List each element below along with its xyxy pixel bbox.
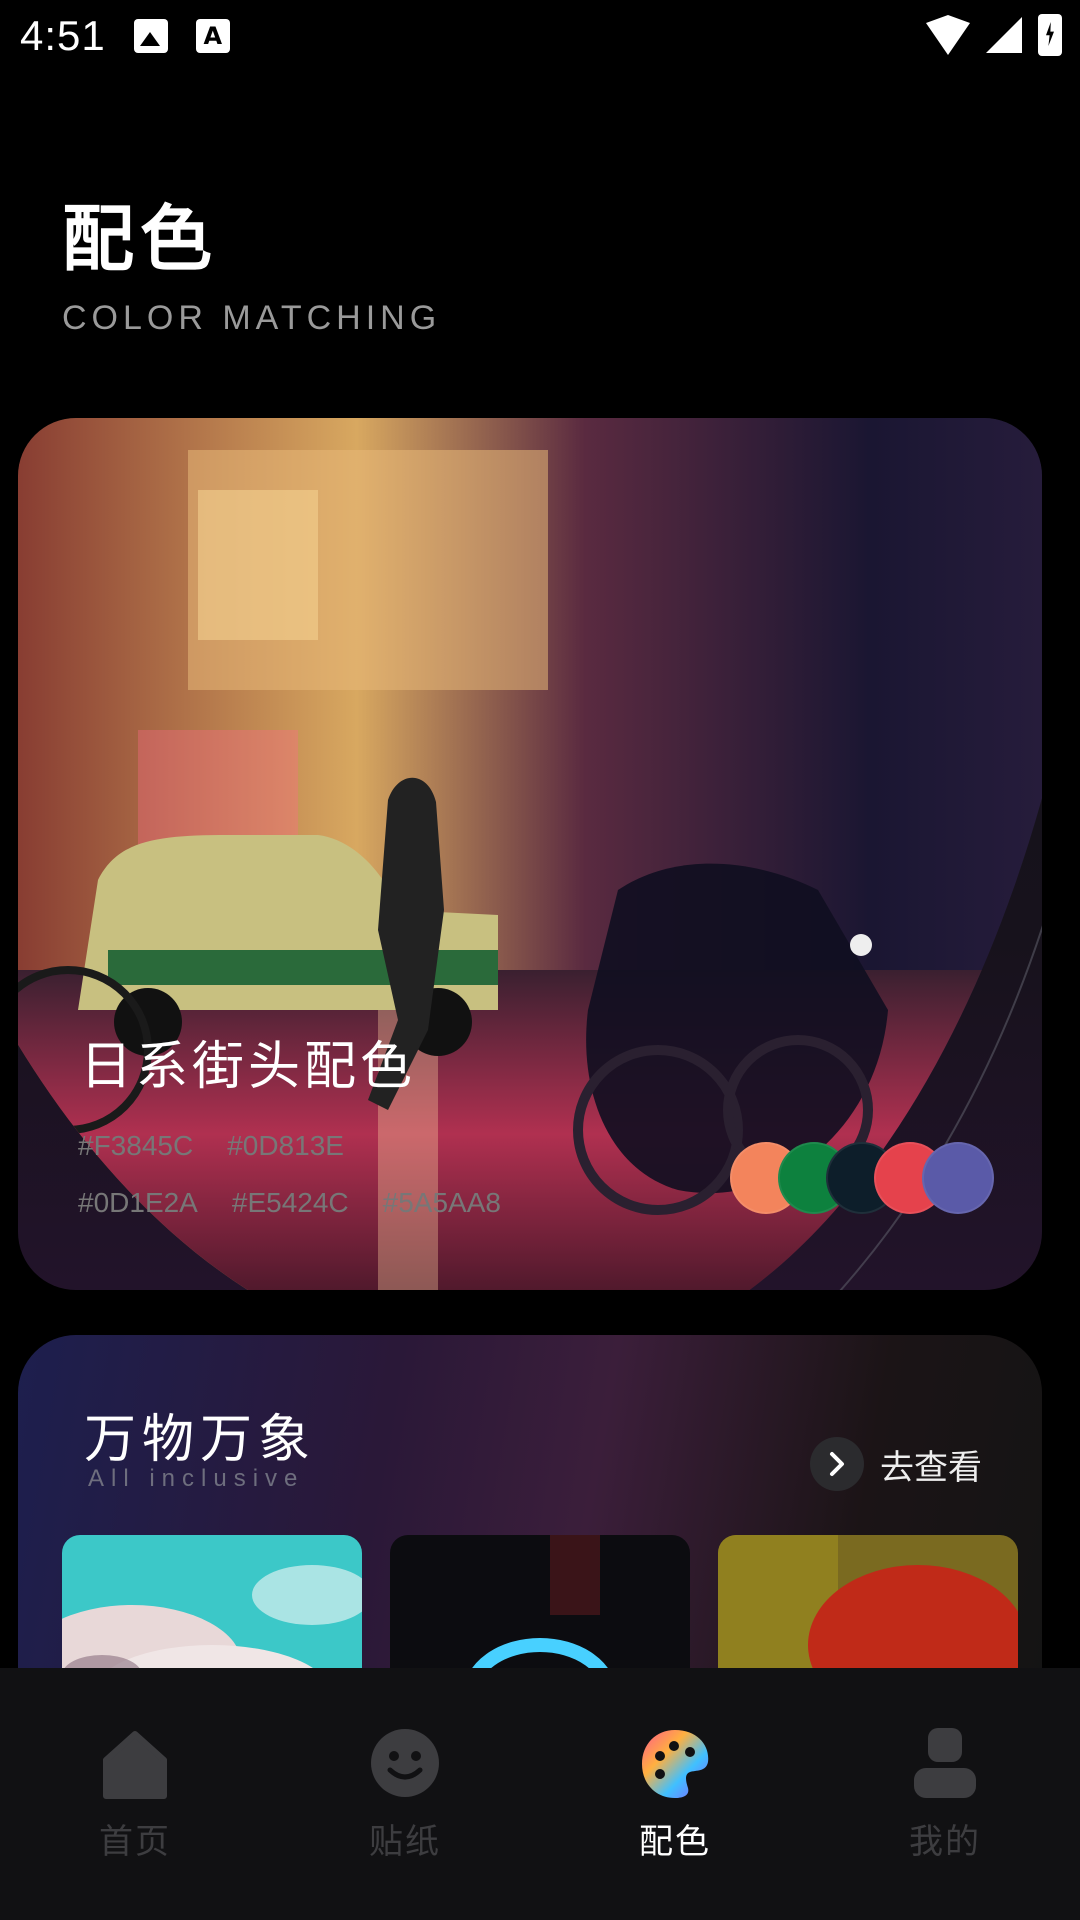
hex-codes-row-2: #0D1E2A #E5424C #5A5AA8 <box>78 1187 501 1219</box>
signal-icon <box>986 17 1022 53</box>
nav-item-color[interactable]: 配色 <box>540 1668 810 1920</box>
status-bar: 4:51 A <box>0 0 1080 72</box>
nav-item-profile[interactable]: 我的 <box>810 1668 1080 1920</box>
font-notification-icon: A <box>195 19 230 53</box>
home-icon <box>98 1726 172 1800</box>
status-time: 4:51 <box>20 12 106 59</box>
page-title: 配色 <box>62 197 219 281</box>
goto-label: 去查看 <box>880 1447 982 1488</box>
goto-button[interactable]: 去查看 <box>810 1437 982 1491</box>
page-subtitle: COLOR MATCHING <box>62 299 442 337</box>
hex-code: #F3845C <box>78 1130 194 1161</box>
battery-charging-icon <box>1038 14 1062 56</box>
palette-card[interactable]: 日系街头配色 #F3845C #0D813E #0D1E2A #E5424C #… <box>18 418 1042 1290</box>
page-header: 配色 COLOR MATCHING <box>62 180 441 338</box>
hex-code: #5A5AA8 <box>382 1187 501 1218</box>
color-swatches <box>730 1142 994 1214</box>
palette-icon <box>638 1726 712 1800</box>
hex-codes-row-1: #F3845C #0D813E <box>78 1130 344 1162</box>
nav-item-home[interactable]: 首页 <box>0 1668 270 1920</box>
bottom-nav: 首页 贴纸 配色 我的 <box>0 1668 1080 1920</box>
chevron-right-icon <box>810 1437 864 1491</box>
hex-code: #0D813E <box>227 1130 344 1161</box>
nav-label-stickers: 贴纸 <box>369 1822 441 1862</box>
nav-label-home: 首页 <box>99 1822 171 1862</box>
color-swatch <box>922 1142 994 1214</box>
palette-name: 日系街头配色 <box>80 1037 417 1097</box>
wifi-icon <box>926 15 970 55</box>
collection-subtitle: All inclusive <box>88 1465 305 1492</box>
slider-dot <box>850 934 872 956</box>
nav-item-stickers[interactable]: 贴纸 <box>270 1668 540 1920</box>
nav-label-profile: 我的 <box>909 1822 981 1862</box>
hex-code: #E5424C <box>231 1187 349 1218</box>
user-icon <box>908 1726 982 1800</box>
smiley-icon <box>368 1726 442 1800</box>
image-notification-icon <box>133 19 168 53</box>
hex-code: #0D1E2A <box>78 1187 198 1218</box>
collection-title: 万物万象 <box>84 1410 317 1470</box>
nav-label-color: 配色 <box>639 1822 711 1862</box>
